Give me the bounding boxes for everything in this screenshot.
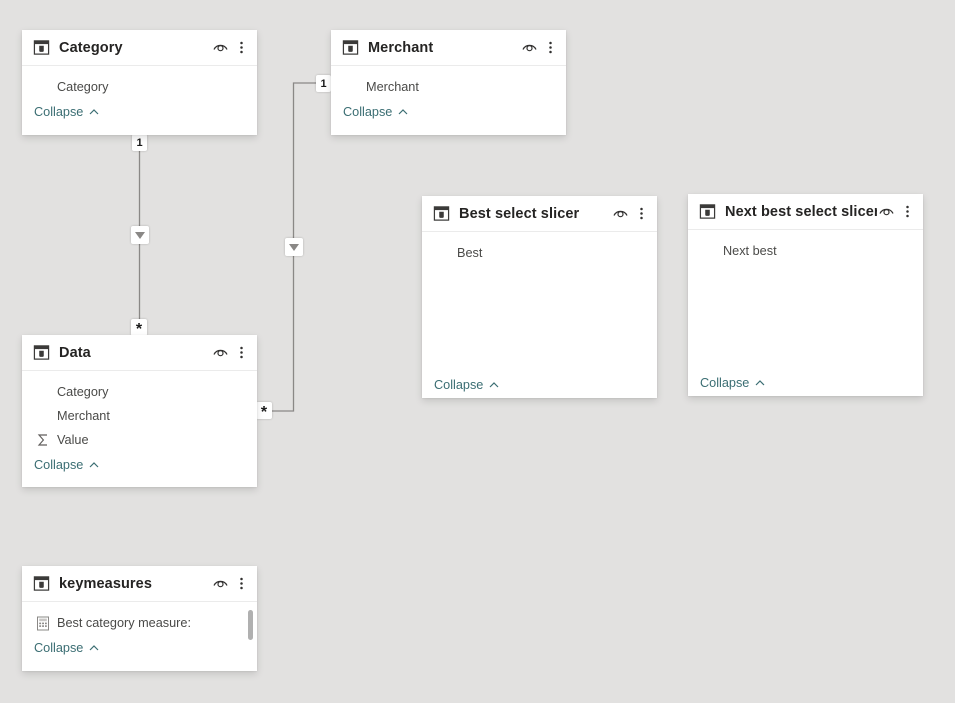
field-row[interactable]: Category xyxy=(22,380,257,404)
eye-icon[interactable] xyxy=(211,343,230,362)
filter-direction-arrow-icon-merchant[interactable] xyxy=(285,238,303,256)
table-title-next-best-select-slicer: Next best select slicer xyxy=(725,203,877,220)
table-card-merchant[interactable]: Merchant Merchant Collapse xyxy=(331,30,566,135)
collapse-label: Collapse xyxy=(343,105,393,119)
table-icon xyxy=(33,40,50,55)
table-body-data: Category Merchant Value Collapse xyxy=(22,371,257,487)
field-label: Merchant xyxy=(366,80,419,94)
table-card-keymeasures[interactable]: keymeasures Best category measure: Colla… xyxy=(22,566,257,671)
table-header-merchant[interactable]: Merchant xyxy=(331,30,566,66)
table-header-category[interactable]: Category xyxy=(22,30,257,66)
more-options-icon[interactable] xyxy=(635,204,648,223)
collapse-button-data[interactable]: Collapse xyxy=(22,452,257,478)
field-label: Merchant xyxy=(57,409,110,423)
collapse-label: Collapse xyxy=(434,378,484,392)
table-header-next-best-select-slicer[interactable]: Next best select slicer xyxy=(688,194,923,230)
more-options-icon[interactable] xyxy=(235,38,248,57)
table-card-next-best-select-slicer[interactable]: Next best select slicer Next best Collap… xyxy=(688,194,923,396)
collapse-button-keymeasures[interactable]: Collapse xyxy=(22,635,257,661)
chevron-up-icon xyxy=(89,109,99,115)
relationship-cardinality-many-data[interactable]: * xyxy=(131,319,147,337)
table-icon xyxy=(699,204,716,219)
table-card-data[interactable]: Data Category Merchant Value Collapse xyxy=(22,335,257,487)
collapse-button-next-best-select-slicer[interactable]: Collapse xyxy=(688,370,923,396)
collapse-label: Collapse xyxy=(34,105,84,119)
relationship-cardinality-one-merchant[interactable]: 1 xyxy=(316,75,331,92)
more-options-icon[interactable] xyxy=(901,202,914,221)
field-row[interactable]: Best category measure: xyxy=(22,611,257,635)
relationship-cardinality-one-category[interactable]: 1 xyxy=(132,134,147,151)
field-row[interactable]: Merchant xyxy=(331,75,566,99)
eye-icon[interactable] xyxy=(520,38,539,57)
table-body-best-select-slicer: Best Collapse xyxy=(422,232,657,398)
table-header-best-select-slicer[interactable]: Best select slicer xyxy=(422,196,657,232)
table-title-keymeasures: keymeasures xyxy=(59,575,153,592)
table-card-category[interactable]: Category Category Collapse xyxy=(22,30,257,135)
table-title-best-select-slicer: Best select slicer xyxy=(459,205,580,222)
table-card-best-select-slicer[interactable]: Best select slicer Best Collapse xyxy=(422,196,657,398)
eye-icon[interactable] xyxy=(211,574,230,593)
field-row[interactable]: Best xyxy=(422,241,657,265)
relationship-cardinality-many-data-merchant[interactable]: * xyxy=(256,402,272,420)
eye-icon[interactable] xyxy=(611,204,630,223)
model-view-canvas[interactable]: 1 * 1 * Category Category Collapse Merch… xyxy=(0,0,955,703)
chevron-up-icon xyxy=(89,462,99,468)
table-icon xyxy=(33,345,50,360)
table-icon xyxy=(33,576,50,591)
table-title-category: Category xyxy=(59,39,123,56)
table-icon xyxy=(433,206,450,221)
field-row[interactable]: Next best xyxy=(688,239,923,263)
calculator-measure-icon xyxy=(35,615,51,631)
field-row[interactable]: Category xyxy=(22,75,257,99)
table-header-keymeasures[interactable]: keymeasures xyxy=(22,566,257,602)
more-options-icon[interactable] xyxy=(235,574,248,593)
chevron-up-icon xyxy=(755,380,765,386)
field-label: Next best xyxy=(723,244,777,258)
table-title-merchant: Merchant xyxy=(368,39,434,56)
more-options-icon[interactable] xyxy=(235,343,248,362)
chevron-up-icon xyxy=(398,109,408,115)
field-label: Category xyxy=(57,385,109,399)
table-header-data[interactable]: Data xyxy=(22,335,257,371)
chevron-up-icon xyxy=(89,645,99,651)
field-label: Value xyxy=(57,433,89,447)
collapse-label: Collapse xyxy=(34,641,84,655)
table-icon xyxy=(342,40,359,55)
table-body-category: Category Collapse xyxy=(22,66,257,135)
eye-icon[interactable] xyxy=(211,38,230,57)
collapse-button-category[interactable]: Collapse xyxy=(22,99,257,125)
field-label: Best category measure: xyxy=(57,616,191,630)
collapse-button-merchant[interactable]: Collapse xyxy=(331,99,566,125)
table-title-data: Data xyxy=(59,344,91,361)
collapse-label: Collapse xyxy=(34,458,84,472)
collapse-label: Collapse xyxy=(700,376,750,390)
field-row[interactable]: Merchant xyxy=(22,404,257,428)
sigma-icon xyxy=(35,432,51,448)
table-body-merchant: Merchant Collapse xyxy=(331,66,566,135)
chevron-up-icon xyxy=(489,382,499,388)
eye-icon[interactable] xyxy=(877,202,896,221)
table-body-keymeasures: Best category measure: Collapse xyxy=(22,602,257,671)
field-label: Best xyxy=(457,246,483,260)
field-row[interactable]: Value xyxy=(22,428,257,452)
more-options-icon[interactable] xyxy=(544,38,557,57)
collapse-button-best-select-slicer[interactable]: Collapse xyxy=(422,372,657,398)
vertical-scrollbar-keymeasures[interactable] xyxy=(248,610,253,640)
filter-direction-arrow-icon[interactable] xyxy=(131,226,149,244)
field-label: Category xyxy=(57,80,109,94)
table-body-next-best-select-slicer: Next best Collapse xyxy=(688,230,923,396)
